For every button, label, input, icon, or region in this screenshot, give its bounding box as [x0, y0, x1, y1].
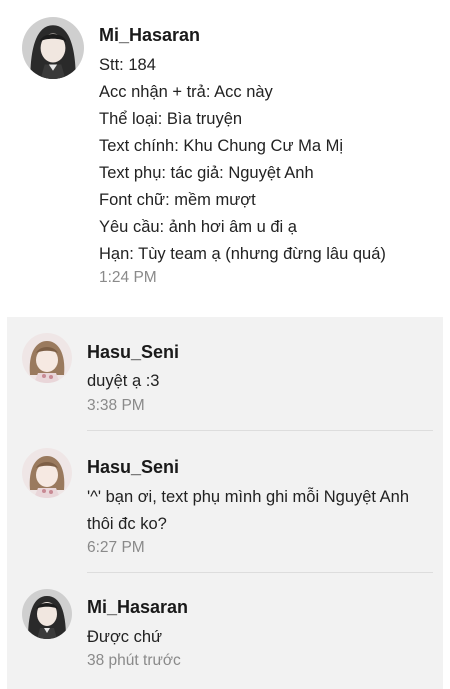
- avatar[interactable]: [22, 333, 72, 383]
- comment-line: Yêu cầu: ảnh hơi âm u đi ạ: [99, 218, 297, 236]
- comment-line: Hạn: Tùy team ạ (nhưng đừng lâu quá): [99, 245, 386, 263]
- reply: Mi_Hasaran Được chứ 38 phút trước: [7, 573, 443, 689]
- comment-line: Acc nhận + trả: Acc này: [99, 83, 273, 101]
- timestamp: 1:24 PM: [99, 269, 157, 286]
- username[interactable]: Mi_Hasaran: [87, 597, 188, 618]
- replies-section: Hasu_Seni duyệt ạ :3 3:38 PM Hasu_Seni '…: [7, 317, 443, 689]
- avatar[interactable]: [22, 448, 72, 498]
- comment-line: Text chính: Khu Chung Cư Ma Mị: [99, 137, 343, 155]
- comment-line: Được chứ: [87, 628, 163, 646]
- anime-girl-brown-hair-avatar-icon: [22, 333, 72, 383]
- comment-line: Thể loại: Bìa truyện: [99, 110, 243, 128]
- timestamp: 6:27 PM: [87, 539, 145, 556]
- anime-girl-brown-hair-avatar-icon: [22, 448, 72, 498]
- comment-line: Text phụ: tác giả: Nguyệt Anh: [99, 164, 314, 182]
- comment-line: Stt: 184: [99, 56, 156, 74]
- avatar[interactable]: [22, 589, 72, 639]
- comment-line: Font chữ: mềm mượt: [99, 191, 256, 209]
- comment-line: duyệt ạ :3: [87, 372, 160, 390]
- reply: Hasu_Seni duyệt ạ :3 3:38 PM: [7, 317, 443, 431]
- reply: Hasu_Seni '^' bạn ơi, text phụ mình ghi …: [7, 431, 443, 573]
- timestamp: 38 phút trước: [87, 652, 181, 669]
- avatar[interactable]: [22, 17, 84, 79]
- timestamp: 3:38 PM: [87, 397, 145, 414]
- comment-line: thôi đc ko?: [87, 515, 167, 533]
- anime-girl-avatar-icon: [22, 589, 72, 639]
- anime-girl-avatar-icon: [22, 17, 84, 79]
- main-comment: Mi_Hasaran Stt: 184 Acc nhận + trả: Acc …: [0, 0, 450, 317]
- username[interactable]: Hasu_Seni: [87, 342, 179, 363]
- username[interactable]: Mi_Hasaran: [99, 25, 200, 46]
- comment-line: '^' bạn ơi, text phụ mình ghi mỗi Nguyệt…: [87, 488, 410, 506]
- username[interactable]: Hasu_Seni: [87, 457, 179, 478]
